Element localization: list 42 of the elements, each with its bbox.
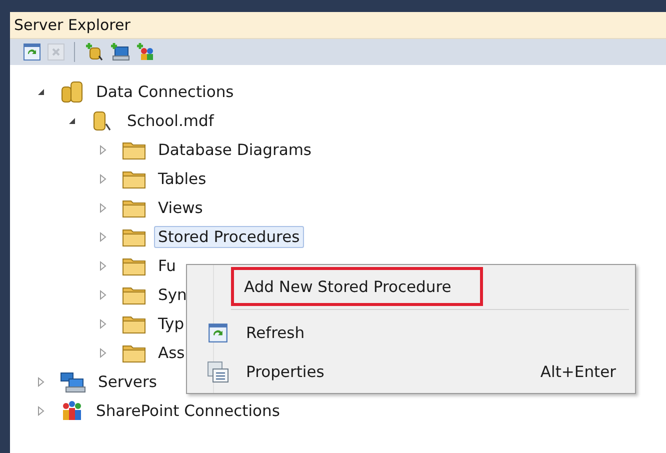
database-icon [60, 80, 84, 102]
folder-icon [122, 342, 146, 362]
expand-icon[interactable] [98, 232, 108, 242]
tree-item[interactable]: Fu [154, 254, 180, 276]
collapse-icon[interactable] [67, 116, 77, 126]
folder-icon [122, 256, 146, 276]
expand-icon[interactable] [98, 144, 108, 154]
add-connection-button[interactable] [109, 42, 131, 62]
refresh-icon [208, 322, 228, 342]
tree-item[interactable]: Typ [154, 312, 188, 334]
people-icon [60, 400, 84, 422]
refresh-button[interactable] [22, 42, 42, 62]
tree-item[interactable]: Data Connections [92, 80, 238, 102]
tree-item[interactable]: SharePoint Connections [92, 400, 284, 422]
expand-icon[interactable] [98, 318, 108, 328]
folder-icon [122, 140, 146, 160]
folder-icon [122, 284, 146, 304]
folder-icon [122, 314, 146, 334]
expand-icon[interactable] [98, 202, 108, 212]
menu-item[interactable]: Refresh [187, 313, 629, 352]
expand-icon[interactable] [98, 260, 108, 270]
tree-item[interactable]: Views [154, 196, 207, 218]
expand-icon[interactable] [98, 290, 108, 300]
tree-item[interactable]: Servers [94, 370, 161, 392]
tree-item[interactable]: Stored Procedures [154, 226, 304, 248]
expand-icon[interactable] [98, 348, 108, 358]
tree-item[interactable]: Database Diagrams [154, 138, 316, 160]
folder-icon [122, 226, 146, 246]
tree-item[interactable]: Ass [154, 342, 189, 364]
expand-icon[interactable] [36, 406, 46, 416]
tree-item[interactable]: School.mdf [123, 110, 218, 132]
expand-icon[interactable] [36, 376, 46, 386]
menu-item[interactable]: Add New Stored Procedure [231, 267, 483, 306]
collapse-icon[interactable] [36, 86, 46, 96]
servers-icon [60, 370, 86, 392]
menu-item[interactable]: Properties Alt+Enter [187, 352, 629, 391]
expand-icon[interactable] [98, 174, 108, 184]
folder-icon [122, 198, 146, 218]
add-connection-button[interactable] [83, 42, 105, 62]
tree-item[interactable]: Tables [154, 168, 210, 190]
folder-icon [122, 168, 146, 188]
window-title: Server Explorer [10, 12, 666, 39]
